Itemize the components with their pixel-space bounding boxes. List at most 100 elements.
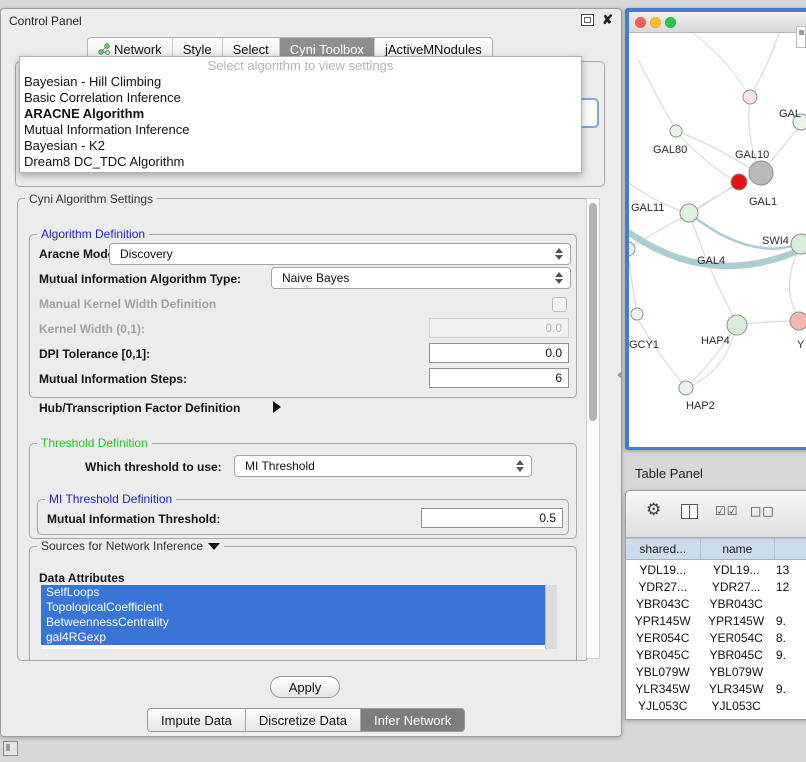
- table-row[interactable]: YBL079WYBL079W: [626, 663, 806, 680]
- table-cell[interactable]: 9.: [773, 646, 806, 663]
- network-node[interactable]: [731, 174, 747, 190]
- table-row[interactable]: YBR043CYBR043C: [626, 595, 806, 612]
- table-cell[interactable]: YJL053C: [626, 697, 699, 714]
- bottom-tab-discretize-data[interactable]: Discretize Data: [246, 709, 361, 731]
- column-header-2[interactable]: [775, 539, 806, 559]
- column-header-name[interactable]: name: [701, 539, 776, 559]
- table-cell[interactable]: YDR27...: [626, 578, 699, 595]
- mi-threshold-field[interactable]: 0.5: [421, 508, 563, 528]
- sources-title-text: Sources for Network Inference: [41, 539, 203, 553]
- network-icon: [98, 43, 110, 55]
- table-row[interactable]: YPR145WYPR145W9.: [626, 612, 806, 629]
- dropdown-item-bayesian-k2[interactable]: Bayesian - K2: [20, 138, 581, 154]
- mi-steps-field[interactable]: 6: [429, 368, 569, 388]
- hub-tf-label[interactable]: Hub/Transcription Factor Definition: [39, 401, 240, 415]
- bottom-tab-infer-network[interactable]: Infer Network: [361, 709, 464, 731]
- sources-title[interactable]: Sources for Network Inference: [37, 539, 224, 553]
- list-scrollbar[interactable]: [545, 585, 557, 649]
- table-cell[interactable]: YBR045C: [699, 646, 772, 663]
- unchecked-pair-icon[interactable]: □□: [750, 504, 775, 518]
- table-row[interactable]: YDL19...YDL19...13: [626, 561, 806, 578]
- network-node[interactable]: [790, 312, 806, 330]
- table-row[interactable]: YER054CYER054C8.: [626, 629, 806, 646]
- table-cell[interactable]: 8.: [773, 629, 806, 646]
- table-cell[interactable]: YPR145W: [626, 612, 699, 629]
- table-cell[interactable]: 9.: [773, 612, 806, 629]
- attribute-item-selfloops[interactable]: SelfLoops: [41, 585, 546, 600]
- table-cell[interactable]: YBR043C: [626, 595, 699, 612]
- column-header-shared[interactable]: shared...: [626, 539, 701, 559]
- table-row[interactable]: YBR045CYBR045C9.: [626, 646, 806, 663]
- dropdown-item-mutual-information-inference[interactable]: Mutual Information Inference: [20, 122, 581, 138]
- table-cell[interactable]: 9.: [773, 680, 806, 697]
- table-row[interactable]: YDR27...YDR27...12: [626, 578, 806, 595]
- table-cell[interactable]: YBR043C: [699, 595, 772, 612]
- table-cell[interactable]: [773, 697, 806, 714]
- network-node[interactable]: [680, 204, 698, 222]
- expand-right-icon[interactable]: [273, 401, 281, 413]
- network-node[interactable]: [743, 90, 757, 104]
- table-cell[interactable]: YLR345W: [626, 680, 699, 697]
- minimized-panel-icon[interactable]: [3, 741, 18, 756]
- table-cell[interactable]: YPR145W: [699, 612, 772, 629]
- minimize-traffic-light[interactable]: [650, 17, 661, 28]
- float-window-icon[interactable]: [581, 14, 594, 26]
- scrollbar-thumb[interactable]: [589, 203, 597, 421]
- which-threshold-select[interactable]: MI Threshold: [234, 455, 532, 477]
- table-cell[interactable]: YDR27...: [699, 578, 772, 595]
- table-cell[interactable]: [773, 595, 806, 612]
- network-node[interactable]: [749, 161, 773, 185]
- dropdown-item-basic-correlation-inference[interactable]: Basic Correlation Inference: [20, 90, 581, 106]
- table-cell[interactable]: YJL053C: [699, 697, 772, 714]
- collapse-down-icon[interactable]: [208, 543, 220, 550]
- network-node[interactable]: [727, 315, 747, 335]
- network-node[interactable]: [679, 381, 693, 395]
- table-cell[interactable]: YBR045C: [626, 646, 699, 663]
- dropdown-item-dream8-dc-tdc-algorithm[interactable]: Dream8 DC_TDC Algorithm: [20, 154, 581, 170]
- close-traffic-light[interactable]: [635, 17, 646, 28]
- mi-type-select[interactable]: Naive Bayes: [271, 267, 571, 289]
- network-canvas[interactable]: GAL80GAL10GALGAL11GAL1SWI4GAL4GCY1HAP4HA…: [629, 33, 806, 447]
- bottom-tab-impute-data[interactable]: Impute Data: [148, 709, 246, 731]
- gear-icon[interactable]: ⚙: [646, 500, 661, 520]
- dropdown-item-bayesian-hill-climbing[interactable]: Bayesian - Hill Climbing: [20, 74, 581, 90]
- table-cell[interactable]: [773, 663, 806, 680]
- table-cell[interactable]: YLR345W: [699, 680, 772, 697]
- network-view-window[interactable]: GAL80GAL10GALGAL11GAL1SWI4GAL4GCY1HAP4HA…: [625, 8, 806, 450]
- table-cell[interactable]: YDL19...: [626, 561, 699, 578]
- node-label-gal1: GAL1: [749, 196, 777, 208]
- table-row[interactable]: YJL053CYJL053C: [626, 697, 806, 714]
- attribute-item-betweennesscentrality[interactable]: BetweennessCentrality: [41, 615, 546, 630]
- table-cell[interactable]: YER054C: [699, 629, 772, 646]
- attribute-item-gal4rgexp[interactable]: gal4RGexp: [41, 630, 546, 645]
- network-node[interactable]: [629, 242, 635, 256]
- table-cell[interactable]: YBL079W: [699, 663, 772, 680]
- splitter-collapse-arrow[interactable]: [617, 371, 622, 379]
- attribute-item-topologicalcoefficient[interactable]: TopologicalCoefficient: [41, 600, 546, 615]
- scrollbar-fragment[interactable]: [796, 26, 806, 48]
- close-icon[interactable]: ✘: [602, 14, 613, 26]
- table-cell[interactable]: 12: [773, 578, 806, 595]
- dropdown-item-aracne-algorithm[interactable]: ARACNE Algorithm: [20, 106, 581, 122]
- table-cell[interactable]: YDL19...: [699, 561, 772, 578]
- table-cell[interactable]: YER054C: [626, 629, 699, 646]
- table-row[interactable]: YLR345WYLR345W9.: [626, 680, 806, 697]
- columns-icon[interactable]: [681, 504, 698, 519]
- zoom-traffic-light[interactable]: [665, 17, 676, 28]
- network-node[interactable]: [791, 234, 806, 254]
- network-node[interactable]: [631, 308, 643, 320]
- network-node[interactable]: [670, 125, 682, 137]
- node-label-swi4: SWI4: [762, 235, 789, 247]
- table-cell[interactable]: 13: [773, 561, 806, 578]
- dpi-tolerance-field[interactable]: 0.0: [429, 343, 569, 363]
- manual-kernel-checkbox[interactable]: [552, 297, 567, 312]
- mi-type-label: Mutual Information Algorithm Type:: [39, 272, 241, 286]
- network-window-titlebar[interactable]: [629, 12, 806, 33]
- data-attributes-list[interactable]: SelfLoopsTopologicalCoefficientBetweenne…: [41, 585, 557, 649]
- table-cell[interactable]: YBL079W: [626, 663, 699, 680]
- aracne-mode-select[interactable]: Discovery: [109, 243, 571, 265]
- checked-pair-icon[interactable]: ☑☑: [715, 504, 739, 518]
- settings-scrollbar[interactable]: [586, 198, 600, 659]
- table-panel-label: Table Panel: [635, 466, 703, 481]
- apply-button[interactable]: Apply: [270, 676, 340, 698]
